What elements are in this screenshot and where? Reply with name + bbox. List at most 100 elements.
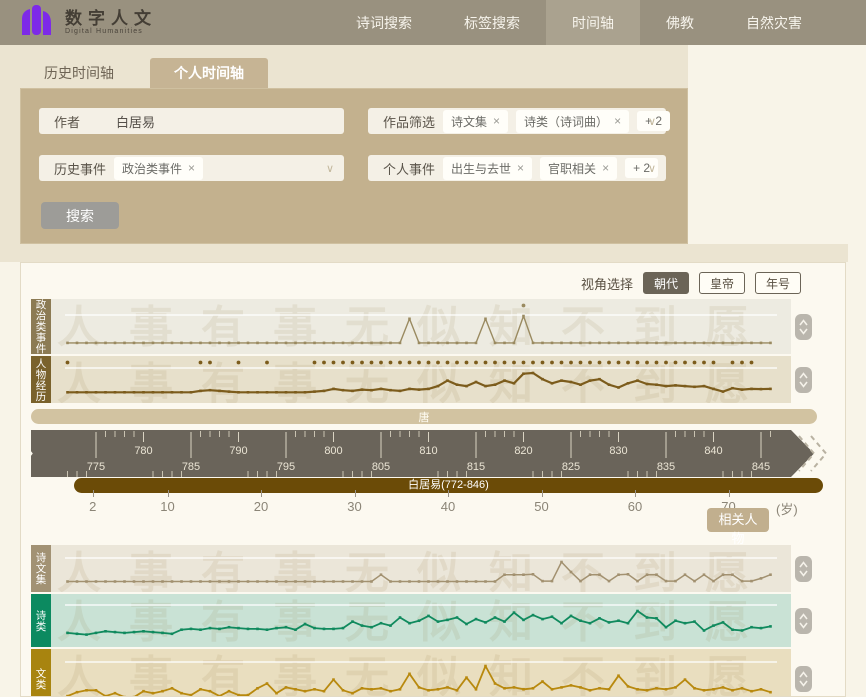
age-tick-label: 20: [254, 499, 268, 514]
search-button[interactable]: 搜索: [41, 202, 119, 229]
age-tick: [729, 490, 730, 497]
chart-scroll-experience: [794, 356, 812, 403]
chart-row-politics: 政治类事件人事有事无似知不到愿: [31, 299, 812, 354]
svg-text:845: 845: [752, 461, 770, 473]
svg-text:780: 780: [134, 445, 152, 457]
svg-text:800: 800: [324, 445, 342, 457]
chevron-down-icon[interactable]: ∨: [648, 115, 656, 128]
works-tag[interactable]: 诗文集 ×: [443, 110, 508, 133]
svg-text:815: 815: [467, 461, 485, 473]
works-tag-label: 诗文集: [451, 113, 487, 130]
chart-area-prose[interactable]: 人事有事无似知不到愿: [51, 649, 791, 697]
age-unit-label: (岁): [776, 499, 798, 518]
brand[interactable]: 数字人文 Digital Humanities: [18, 3, 157, 41]
remove-tag-icon[interactable]: ×: [602, 162, 609, 174]
chart-area-experience[interactable]: 人事有事无似知不到愿: [51, 356, 791, 403]
author-value: 白居易: [116, 112, 155, 131]
chart-row-prose: 文类人事有事无似知不到愿: [31, 649, 812, 697]
chevron-down-icon[interactable]: ∨: [648, 162, 656, 175]
search-form-panel: 作者 白居易 作品筛选 诗文集 × 诗类（诗词曲） × + 2 ∨ 历史事件 政…: [20, 88, 688, 244]
age-tick-label: 50: [534, 499, 548, 514]
chart-scroll-poetry: [794, 594, 812, 647]
chart-row-experience: 人物经历人事有事无似知不到愿: [31, 356, 812, 403]
age-tick: [448, 490, 449, 497]
chart-row-label-politics: 政治类事件: [31, 299, 51, 354]
works-filter-field[interactable]: 作品筛选 诗文集 × 诗类（诗词曲） × + 2 ∨: [368, 108, 666, 134]
personal-tag-label: 官职相关: [548, 160, 596, 177]
up-down-chevrons-icon: [798, 670, 809, 688]
chart-scroll-collection: [794, 545, 812, 592]
dynasty-label: 唐: [419, 409, 430, 425]
remove-tag-icon[interactable]: ×: [493, 115, 500, 127]
up-down-chevrons-icon: [798, 371, 809, 389]
svg-text:820: 820: [514, 445, 532, 457]
tab-personal-timeline[interactable]: 个人时间轴: [150, 58, 268, 88]
chart-scroll-control[interactable]: [795, 367, 812, 393]
brand-text: 数字人文 Digital Humanities: [65, 10, 157, 35]
author-field[interactable]: 作者 白居易: [39, 108, 344, 134]
nav-item-poem-search[interactable]: 诗词搜索: [330, 0, 438, 45]
personal-events-field[interactable]: 个人事件 出生与去世 × 官职相关 × + 2 ∨: [368, 155, 666, 181]
svg-text:840: 840: [704, 445, 722, 457]
view-option-emperor[interactable]: 皇帝: [699, 272, 745, 294]
chart-area-collection[interactable]: 人事有事无似知不到愿: [51, 545, 791, 592]
personal-tag-label: 出生与去世: [451, 160, 511, 177]
chart-scroll-control[interactable]: [795, 608, 812, 634]
tab-history-timeline[interactable]: 历史时间轴: [28, 58, 130, 88]
scroll-left-arrow[interactable]: [20, 433, 29, 474]
author-label: 作者: [54, 112, 80, 131]
nav-item-tag-search[interactable]: 标签搜索: [438, 0, 546, 45]
history-tag-label: 政治类事件: [122, 160, 182, 177]
view-selector: 视角选择 朝代 皇帝 年号: [581, 272, 801, 294]
svg-text:775: 775: [87, 461, 105, 473]
svg-text:835: 835: [657, 461, 675, 473]
chart-area-poetry[interactable]: 人事有事无似知不到愿: [51, 594, 791, 647]
view-option-dynasty[interactable]: 朝代: [643, 272, 689, 294]
nav-item-natural-disaster[interactable]: 自然灾害: [720, 0, 828, 45]
chart-row-label-collection: 诗文集: [31, 545, 51, 592]
svg-text:790: 790: [229, 445, 247, 457]
chart-row-label-prose: 文类: [31, 649, 51, 697]
remove-tag-icon[interactable]: ×: [614, 115, 621, 127]
age-tick-label: 10: [160, 499, 174, 514]
related-people-button[interactable]: 相关人物: [707, 508, 769, 532]
timeline-panel: 视角选择 朝代 皇帝 年号 政治类事件人事有事无似知不到愿人物经历人事有事无似知…: [20, 262, 846, 697]
history-events-label: 历史事件: [54, 159, 106, 178]
svg-text:810: 810: [419, 445, 437, 457]
personal-tag[interactable]: 官职相关 ×: [540, 157, 617, 180]
history-events-field[interactable]: 历史事件 政治类事件 × ∨: [39, 155, 344, 181]
svg-text:830: 830: [609, 445, 627, 457]
timeline-ruler[interactable]: 7757807857907958008058108158208258308358…: [20, 429, 846, 479]
up-down-chevrons-icon: [798, 318, 809, 336]
brand-subtitle: Digital Humanities: [65, 28, 157, 35]
up-down-chevrons-icon: [798, 560, 809, 578]
up-down-chevrons-icon: [798, 612, 809, 630]
age-tick: [542, 490, 543, 497]
works-filter-label: 作品筛选: [383, 112, 435, 131]
nav-item-timeline[interactable]: 时间轴: [546, 0, 640, 45]
age-tick: [93, 490, 94, 497]
remove-tag-icon[interactable]: ×: [188, 162, 195, 174]
chevron-down-icon[interactable]: ∨: [326, 162, 334, 175]
svg-text:805: 805: [372, 461, 390, 473]
chart-scroll-control[interactable]: [795, 556, 812, 582]
dynasty-bar[interactable]: 唐: [31, 409, 817, 424]
background-band: [688, 244, 848, 262]
nav-item-buddhism[interactable]: 佛教: [640, 0, 720, 45]
chart-scroll-control[interactable]: [795, 666, 812, 692]
age-tick-label: 30: [347, 499, 361, 514]
age-tick-label: 2: [89, 499, 96, 514]
age-tick: [635, 490, 636, 497]
age-tick: [168, 490, 169, 497]
svg-text:795: 795: [277, 461, 295, 473]
chart-scroll-prose: [794, 649, 812, 697]
history-tag[interactable]: 政治类事件 ×: [114, 157, 203, 180]
personal-tag[interactable]: 出生与去世 ×: [443, 157, 532, 180]
personal-events-label: 个人事件: [383, 159, 435, 178]
chart-scroll-control[interactable]: [795, 314, 812, 340]
chart-area-politics[interactable]: 人事有事无似知不到愿: [51, 299, 791, 354]
chart-row-label-poetry: 诗类: [31, 594, 51, 647]
view-option-era[interactable]: 年号: [755, 272, 801, 294]
remove-tag-icon[interactable]: ×: [517, 162, 524, 174]
works-tag[interactable]: 诗类（诗词曲） ×: [516, 110, 629, 133]
